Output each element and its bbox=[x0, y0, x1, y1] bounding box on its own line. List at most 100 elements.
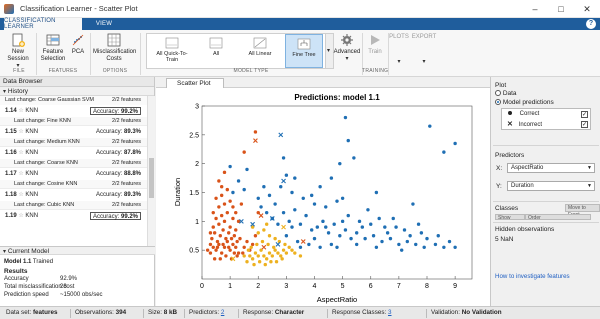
data-point[interactable] bbox=[363, 236, 367, 241]
data-point[interactable] bbox=[405, 239, 410, 244]
tab-classification-learner[interactable]: CLASSIFICATION LEARNER bbox=[4, 18, 82, 30]
data-point[interactable] bbox=[276, 222, 280, 226]
data-point[interactable] bbox=[391, 216, 395, 221]
data-point[interactable] bbox=[212, 257, 217, 261]
data-point[interactable] bbox=[276, 251, 280, 255]
data-point[interactable] bbox=[218, 234, 222, 238]
data-point[interactable] bbox=[357, 219, 362, 224]
data-point[interactable] bbox=[222, 170, 227, 175]
data-point[interactable] bbox=[354, 231, 359, 235]
data-point[interactable] bbox=[235, 254, 239, 258]
data-point[interactable] bbox=[262, 254, 266, 258]
star-icon[interactable]: ☆ bbox=[18, 150, 23, 156]
data-point[interactable] bbox=[281, 210, 286, 215]
data-point[interactable] bbox=[212, 231, 217, 235]
data-point[interactable] bbox=[214, 196, 218, 200]
data-point[interactable] bbox=[377, 216, 381, 221]
data-point[interactable] bbox=[290, 190, 294, 195]
star-icon[interactable]: ☆ bbox=[18, 171, 23, 177]
data-point[interactable] bbox=[242, 187, 246, 192]
data-point[interactable] bbox=[235, 239, 239, 244]
data-point[interactable] bbox=[210, 236, 214, 241]
data-point[interactable] bbox=[383, 225, 387, 229]
star-icon[interactable]: ☆ bbox=[18, 129, 23, 135]
data-point[interactable] bbox=[224, 236, 228, 241]
data-point[interactable] bbox=[228, 199, 232, 203]
data-point[interactable] bbox=[293, 251, 297, 255]
data-point[interactable] bbox=[295, 239, 300, 244]
data-point[interactable] bbox=[369, 222, 373, 226]
data-point[interactable] bbox=[380, 239, 384, 244]
data-point[interactable] bbox=[250, 257, 255, 261]
data-point[interactable] bbox=[340, 196, 345, 200]
data-point[interactable] bbox=[253, 234, 258, 238]
data-point[interactable] bbox=[228, 225, 232, 229]
data-point[interactable] bbox=[211, 225, 215, 229]
investigate-features-link[interactable]: How to investigate features bbox=[495, 273, 570, 280]
data-point[interactable] bbox=[349, 236, 353, 241]
data-point[interactable] bbox=[225, 210, 230, 215]
data-point[interactable] bbox=[307, 242, 311, 247]
data-point[interactable] bbox=[214, 216, 218, 221]
star-icon[interactable]: ☆ bbox=[18, 192, 23, 198]
data-point[interactable] bbox=[408, 234, 412, 238]
data-point[interactable] bbox=[315, 225, 320, 229]
data-point[interactable] bbox=[388, 236, 393, 241]
data-point[interactable] bbox=[293, 208, 297, 212]
correct-checkbox[interactable]: ✓ bbox=[581, 111, 588, 118]
data-point[interactable] bbox=[318, 245, 322, 249]
data-point[interactable] bbox=[273, 202, 277, 206]
data-point[interactable] bbox=[346, 213, 350, 218]
data-point[interactable] bbox=[335, 199, 339, 203]
data-point[interactable] bbox=[298, 245, 303, 249]
classes-show-header[interactable]: Show bbox=[495, 214, 525, 220]
data-point[interactable] bbox=[241, 251, 245, 255]
data-point[interactable] bbox=[264, 210, 269, 215]
data-point[interactable] bbox=[279, 185, 283, 189]
data-point[interactable] bbox=[259, 205, 263, 209]
data-point[interactable] bbox=[329, 176, 334, 180]
data-point[interactable] bbox=[255, 242, 259, 247]
data-point[interactable] bbox=[217, 179, 221, 183]
data-point[interactable] bbox=[252, 262, 256, 267]
data-point[interactable] bbox=[246, 248, 251, 252]
data-point[interactable] bbox=[227, 231, 231, 235]
data-point[interactable] bbox=[284, 234, 289, 238]
data-point[interactable] bbox=[301, 196, 305, 200]
history-model-row[interactable]: 1.15 ☆ KNN Accuracy: 89.3% bbox=[0, 126, 147, 138]
data-point[interactable] bbox=[232, 251, 237, 255]
feature-selection-button[interactable]: Feature Selection bbox=[38, 30, 68, 70]
data-point[interactable] bbox=[267, 193, 272, 198]
data-point[interactable] bbox=[245, 260, 249, 264]
data-point[interactable] bbox=[249, 245, 253, 249]
predictors-link[interactable]: 2 bbox=[221, 309, 225, 316]
misclassification-costs-button[interactable]: Misclassification Costs bbox=[92, 30, 136, 70]
data-point[interactable] bbox=[266, 242, 270, 247]
data-point[interactable] bbox=[214, 248, 218, 252]
data-point[interactable] bbox=[433, 242, 438, 247]
gallery-item-all[interactable]: All bbox=[197, 34, 235, 68]
data-point[interactable] bbox=[234, 228, 238, 232]
data-point[interactable] bbox=[219, 185, 224, 189]
data-point[interactable] bbox=[414, 242, 418, 247]
pca-button[interactable]: PCA bbox=[68, 30, 88, 70]
new-session-button[interactable]: New Session ▾ bbox=[3, 30, 33, 70]
data-point[interactable] bbox=[399, 248, 404, 252]
data-point[interactable] bbox=[283, 242, 287, 247]
data-point[interactable] bbox=[411, 202, 415, 206]
data-point[interactable] bbox=[298, 222, 303, 226]
data-point[interactable] bbox=[227, 245, 231, 249]
gallery-item-all-linear[interactable]: All Linear bbox=[241, 34, 279, 68]
tab-scatter-plot[interactable]: Scatter Plot bbox=[166, 78, 224, 88]
data-point[interactable] bbox=[245, 167, 249, 172]
data-point[interactable] bbox=[312, 202, 317, 206]
data-point[interactable] bbox=[245, 239, 249, 244]
history-scrollbar[interactable] bbox=[147, 96, 155, 246]
data-point[interactable] bbox=[263, 262, 267, 267]
data-point[interactable] bbox=[231, 205, 235, 209]
tab-view[interactable]: VIEW bbox=[84, 18, 124, 30]
data-point[interactable] bbox=[287, 219, 291, 224]
data-point[interactable] bbox=[208, 231, 213, 235]
data-point[interactable] bbox=[374, 245, 379, 249]
data-point[interactable] bbox=[447, 239, 452, 244]
